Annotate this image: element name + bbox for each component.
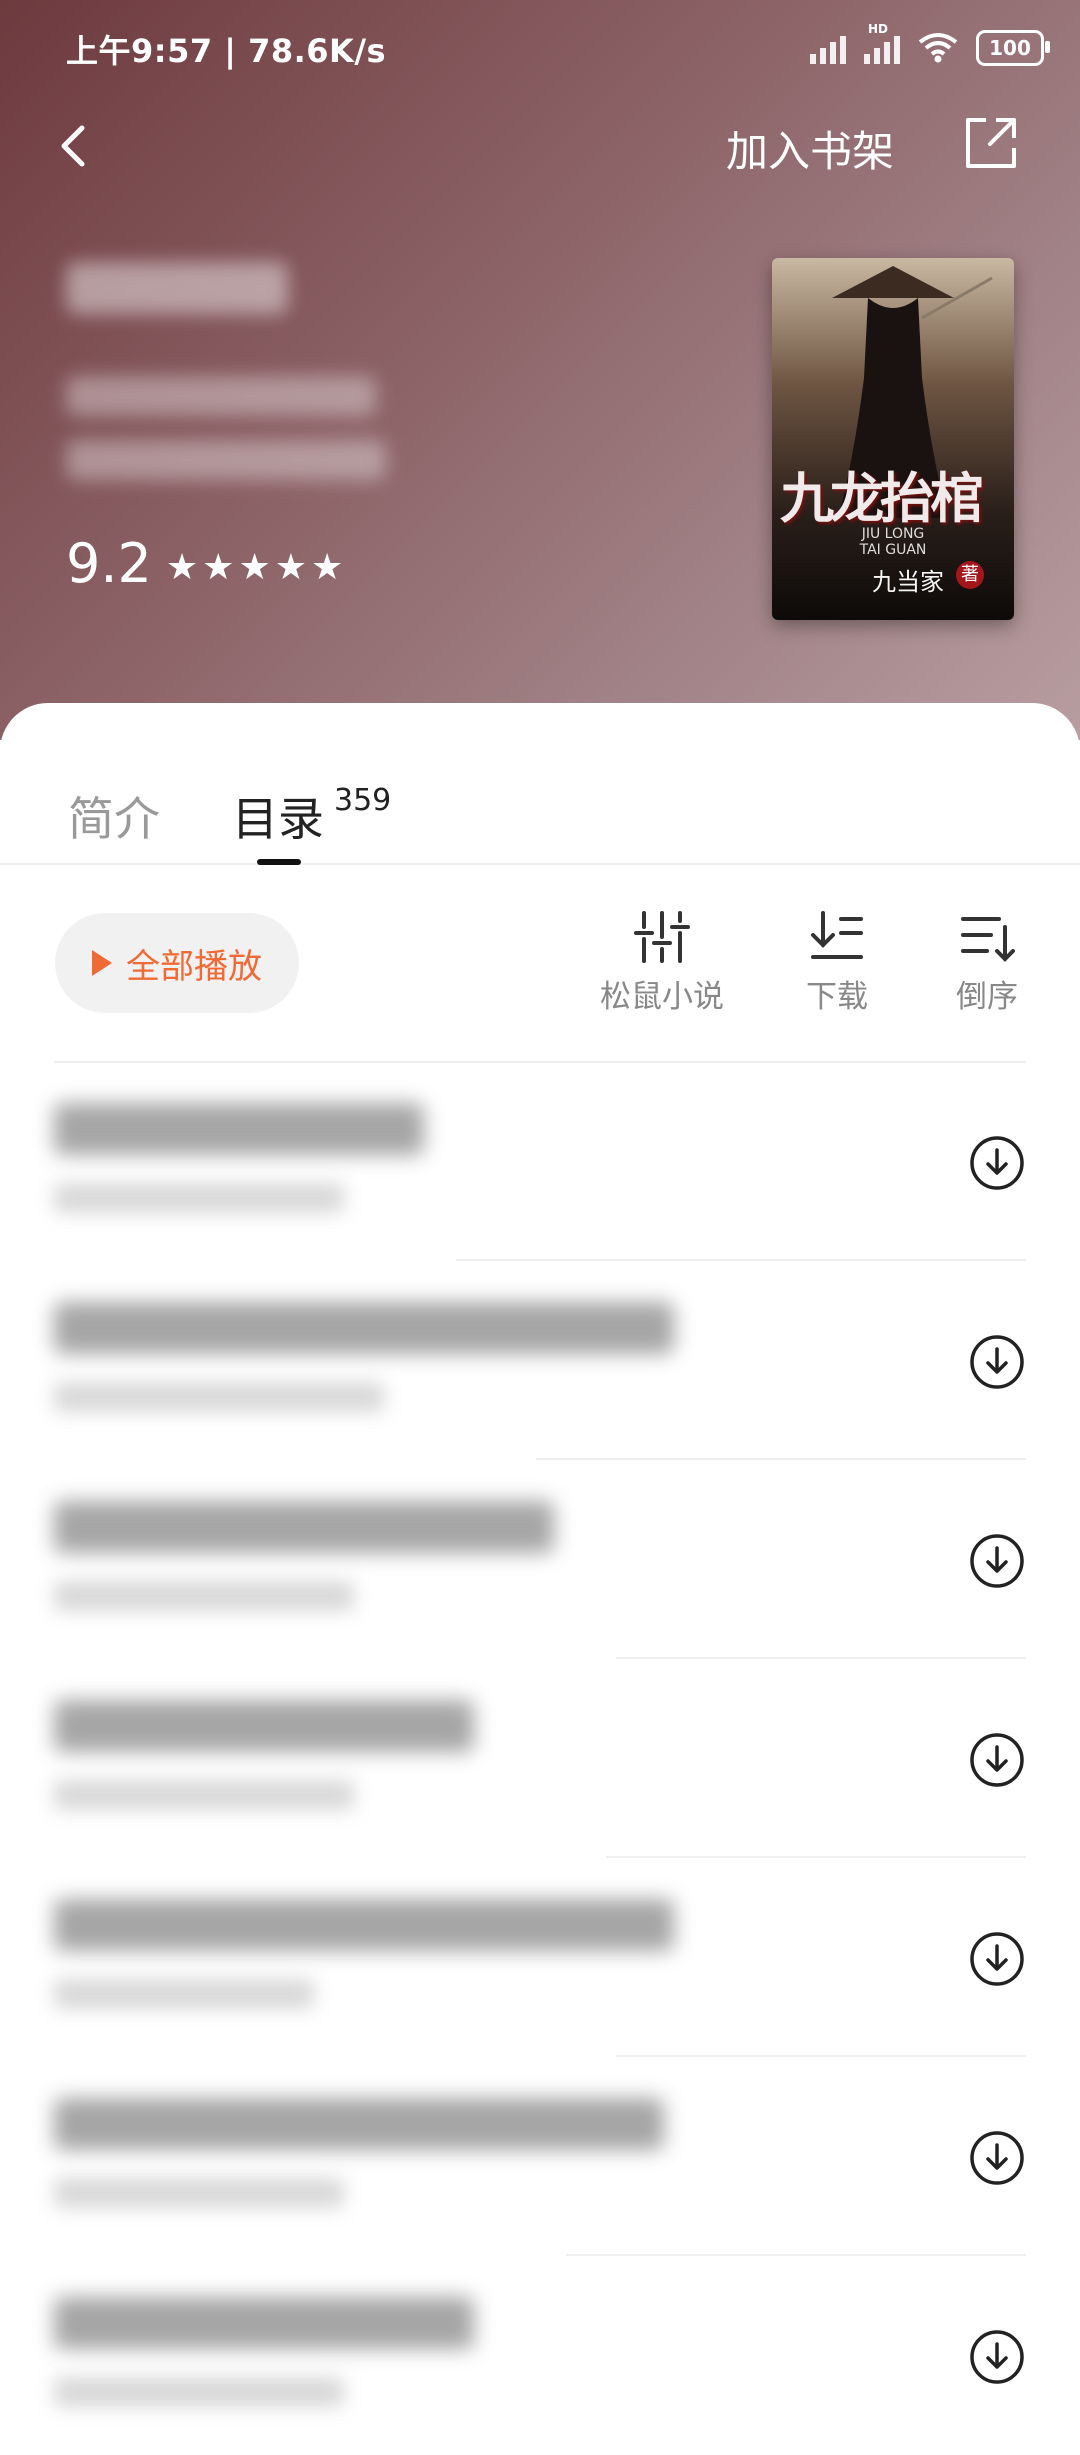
content-sheet: 简介 目录 359 全部播放 松鼠小说 下载 倒序	[0, 703, 1080, 2407]
rating-stars: ★★★★★	[165, 547, 348, 588]
book-cover[interactable]: 九龙抬棺 JIU LONG TAI GUAN 九当家 著	[772, 258, 1014, 620]
chapter-row[interactable]	[0, 1063, 1080, 1261]
download-circle-icon[interactable]	[968, 1134, 1026, 1192]
chapter-title-redacted	[54, 2098, 664, 2150]
chapter-meta-redacted	[54, 2377, 344, 2407]
wifi-icon	[918, 33, 958, 63]
divider	[616, 1657, 1026, 1659]
chapter-meta-redacted	[54, 1183, 344, 1213]
rating-score: 9.2	[66, 532, 152, 595]
tab-indicator	[257, 859, 301, 865]
status-time: 上午9:57 | 78.6K/s	[66, 32, 387, 70]
toc-count: 359	[334, 783, 392, 818]
tool-download[interactable]: 下载	[806, 909, 868, 1016]
download-circle-icon[interactable]	[968, 1731, 1026, 1789]
hd-signal-icon: HD	[864, 22, 900, 64]
cover-author: 九当家	[872, 568, 944, 596]
download-list-icon	[811, 911, 863, 959]
chapter-row[interactable]	[0, 2058, 1080, 2256]
chapter-title-redacted	[54, 1103, 424, 1155]
book-meta-redacted	[66, 376, 376, 416]
share-icon[interactable]	[962, 114, 1020, 172]
tool-label: 松鼠小说	[600, 979, 724, 1015]
chapter-title-redacted	[54, 1302, 674, 1354]
play-all-button[interactable]: 全部播放	[55, 913, 299, 1013]
status-bar: 上午9:57 | 78.6K/s HD 100	[0, 0, 1080, 96]
sort-reverse-icon	[961, 917, 1015, 962]
chapter-row[interactable]	[0, 1859, 1080, 2057]
add-to-shelf-button[interactable]: 加入书架	[726, 118, 894, 179]
tool-label: 下载	[806, 979, 868, 1015]
download-circle-icon[interactable]	[968, 1930, 1026, 1988]
divider	[616, 2055, 1026, 2057]
book-meta-redacted	[66, 440, 386, 480]
divider	[566, 2254, 1026, 2256]
chapter-title-redacted	[54, 1501, 554, 1553]
cover-title: 九龙抬棺	[780, 466, 984, 530]
chapter-meta-redacted	[54, 1581, 354, 1611]
download-circle-icon[interactable]	[968, 2328, 1026, 2386]
signal-icon	[810, 32, 846, 64]
chapter-meta-redacted	[54, 2178, 344, 2208]
chapter-meta-redacted	[54, 1780, 354, 1810]
tool-squirrel-novel[interactable]: 松鼠小说	[600, 909, 724, 1016]
top-bar: 加入书架	[0, 100, 1080, 190]
chapter-row[interactable]	[0, 1461, 1080, 1659]
tool-sort-reverse[interactable]: 倒序	[956, 909, 1018, 1016]
chapter-title-redacted	[54, 2297, 474, 2349]
chapter-meta-redacted	[54, 1979, 314, 2009]
tool-label: 倒序	[956, 979, 1018, 1015]
divider	[456, 1259, 1026, 1261]
tab-toc[interactable]: 目录	[232, 783, 324, 849]
rating: 9.2 ★★★★★	[66, 532, 347, 595]
divider	[536, 1458, 1026, 1460]
sliders-icon	[634, 911, 690, 963]
cover-subtitle: JIU LONG TAI GUAN	[859, 526, 927, 558]
play-icon	[92, 950, 112, 976]
tab-bar: 简介 目录 359	[0, 703, 1080, 865]
chapter-row[interactable]	[0, 1660, 1080, 1858]
download-circle-icon[interactable]	[968, 1532, 1026, 1590]
play-all-label: 全部播放	[126, 946, 262, 987]
chapter-row[interactable]	[0, 1262, 1080, 1460]
download-circle-icon[interactable]	[968, 1333, 1026, 1391]
divider	[606, 1856, 1026, 1858]
download-circle-icon[interactable]	[968, 2129, 1026, 2187]
battery-icon: 100	[976, 30, 1050, 66]
chapter-row[interactable]	[0, 2257, 1080, 2455]
tab-intro[interactable]: 简介	[68, 783, 160, 849]
chapter-meta-redacted	[54, 1382, 384, 1412]
chapter-title-redacted	[54, 1899, 674, 1951]
cover-seal: 著	[956, 561, 984, 589]
chapter-title-redacted	[54, 1700, 474, 1752]
book-title-redacted	[66, 262, 288, 314]
back-icon[interactable]	[46, 116, 106, 176]
